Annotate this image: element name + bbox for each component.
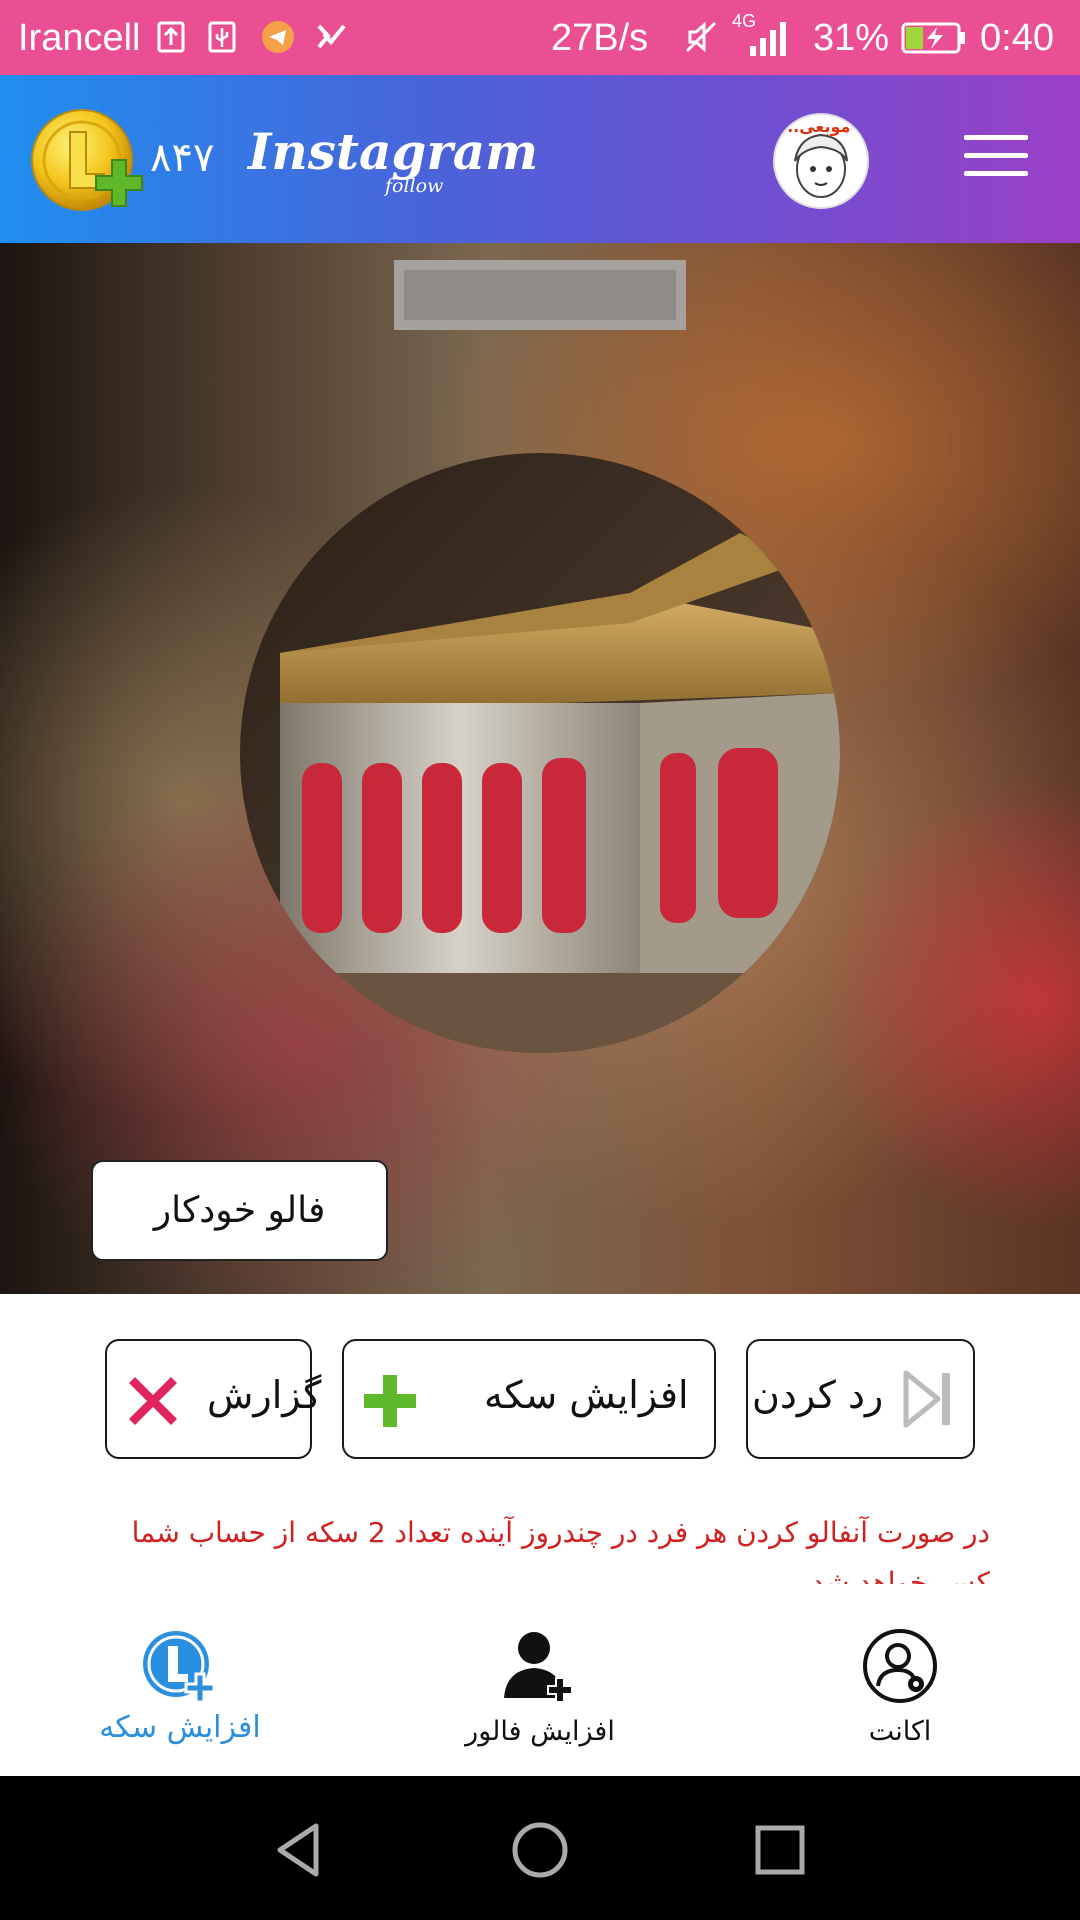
mute-icon xyxy=(685,21,717,53)
skip-next-icon xyxy=(903,1370,950,1428)
nav-tab-add-follower[interactable]: افزایش فالور xyxy=(420,1594,660,1776)
plus-icon xyxy=(364,1375,416,1427)
avatar[interactable]: موبعی... xyxy=(773,113,869,209)
battery-charging-icon xyxy=(901,22,965,54)
coin-plus-icon xyxy=(143,1631,216,1704)
nav-tab-account[interactable]: اکانت xyxy=(780,1594,1020,1776)
nav-label: افزایش فالور xyxy=(465,1716,615,1747)
avatar-caption: موبعی... xyxy=(781,117,851,136)
nav-label: اکانت xyxy=(868,1716,932,1747)
battery-percent: 31% xyxy=(813,17,890,59)
clock: 0:40 xyxy=(980,17,1054,59)
status-bar: Irancell 27B/s 4G 31% 0:40 xyxy=(0,0,1080,75)
upload-icon xyxy=(157,21,185,53)
profile-photo xyxy=(240,453,840,1053)
auto-follow-button[interactable]: فالو خودکار xyxy=(91,1160,388,1261)
nav-label: افزایش سکه xyxy=(99,1710,261,1745)
add-coin-button[interactable]: افزایش سکه xyxy=(342,1339,716,1459)
brand-subtitle: follow xyxy=(385,175,444,197)
check-icon xyxy=(317,24,346,49)
report-label: گزارش xyxy=(207,1373,322,1417)
nav-tab-add-coin[interactable]: افزایش سکه xyxy=(60,1594,300,1776)
add-user-icon xyxy=(504,1632,573,1703)
report-button[interactable]: گزارش xyxy=(105,1339,321,1459)
menu-line xyxy=(964,135,1028,140)
profile-hero: فالو خودکار xyxy=(0,243,1080,1294)
recent-apps-icon[interactable] xyxy=(750,1820,810,1880)
system-nav-bar xyxy=(0,1776,1080,1920)
unfollow-warning: در صورت آنفالو کردن هر فرد در چندروز آین… xyxy=(131,1516,990,1584)
shrine-image xyxy=(240,453,840,1053)
network-speed: 27B/s xyxy=(551,17,649,59)
add-coin-label: افزایش سکه xyxy=(484,1373,689,1417)
menu-line xyxy=(964,153,1028,158)
coin-plus-logo-icon[interactable] xyxy=(30,108,152,214)
skip-label: رد کردن xyxy=(752,1373,884,1417)
back-icon[interactable] xyxy=(270,1820,330,1880)
menu-line xyxy=(964,171,1028,176)
close-icon xyxy=(129,1377,177,1425)
brand-logo: Instagram xyxy=(248,122,538,181)
app-header: ۸۴۷ Instagram follow موبعی... xyxy=(0,75,1080,243)
account-settings-icon xyxy=(863,1629,937,1703)
telegram-icon xyxy=(262,21,294,53)
coin-count: ۸۴۷ xyxy=(150,135,215,181)
username-placeholder xyxy=(394,260,686,330)
skip-button[interactable]: رد کردن xyxy=(746,1339,975,1459)
home-icon[interactable] xyxy=(510,1820,570,1880)
signal-icon xyxy=(750,22,786,56)
bottom-nav: افزایش سکه افزایش فالور اکانت xyxy=(0,1594,1080,1776)
menu-button[interactable] xyxy=(964,135,1028,185)
carrier-name: Irancell xyxy=(18,17,141,59)
usb-icon xyxy=(208,21,236,53)
